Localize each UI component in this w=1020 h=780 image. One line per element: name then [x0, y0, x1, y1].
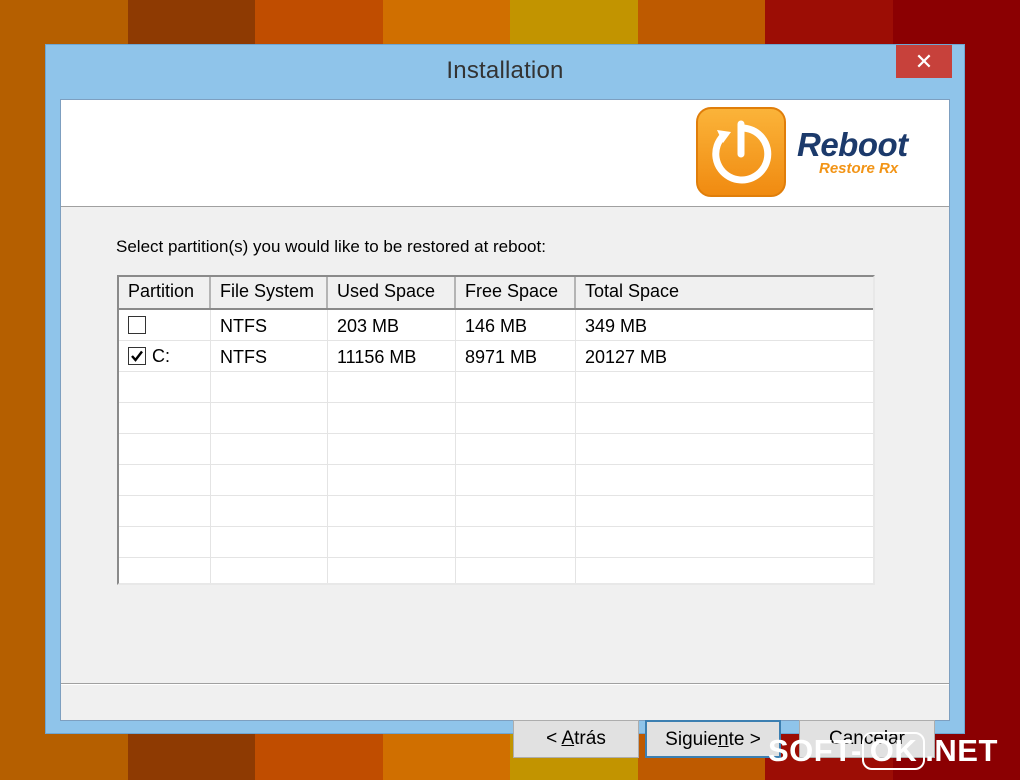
partition-cell	[119, 310, 211, 340]
back-button-rest: trás	[574, 728, 606, 749]
watermark-right: .NET	[925, 733, 998, 768]
partition-cell: C:	[119, 341, 211, 371]
back-button[interactable]: < Atrás	[513, 720, 639, 758]
free-space-cell: 8971 MB	[456, 341, 576, 371]
window-title: Installation	[446, 57, 564, 84]
partition-prompt: Select partition(s) you would like to be…	[116, 237, 546, 256]
back-button-mnemonic: A	[561, 728, 575, 749]
reboot-power-logo-icon	[696, 107, 786, 197]
free-space-cell: 146 MB	[456, 310, 576, 340]
empty-row	[119, 403, 873, 434]
column-header-file-system[interactable]: File System	[211, 277, 328, 308]
header-band: Reboot Restore Rx	[61, 100, 949, 207]
column-header-partition[interactable]: Partition	[119, 277, 211, 308]
empty-row	[119, 558, 873, 583]
column-header-free-space[interactable]: Free Space	[456, 277, 576, 308]
total-space-cell: 20127 MB	[585, 347, 668, 367]
installer-window: Installation ✕ Reboot Restore Rx Select …	[45, 44, 965, 758]
table-row[interactable]: C: NTFS 11156 MB 8971 MB 20127 MB	[119, 341, 873, 372]
checkmark-icon	[131, 350, 143, 362]
watermark: SOFT- OK .NET	[768, 732, 998, 770]
watermark-ok-box: OK	[861, 732, 926, 770]
used-space-cell: 203 MB	[328, 310, 456, 340]
total-space-cell: 349 MB	[585, 316, 648, 336]
table-header: Partition File System Used Space Free Sp…	[119, 277, 873, 310]
file-system-cell: NTFS	[211, 341, 328, 371]
dialog-body: Reboot Restore Rx Select partition(s) yo…	[60, 99, 950, 758]
table-row[interactable]: NTFS 203 MB 146 MB 349 MB	[119, 310, 873, 341]
empty-row	[119, 527, 873, 558]
button-separator	[61, 683, 949, 685]
empty-row	[119, 496, 873, 527]
partition-checkbox[interactable]	[128, 316, 146, 334]
next-button-mnemonic: n	[718, 729, 729, 750]
used-space-cell: 11156 MB	[328, 341, 456, 371]
logo-subtitle: Restore Rx	[819, 160, 899, 177]
empty-row	[119, 372, 873, 403]
close-button[interactable]: ✕	[896, 45, 952, 78]
partition-checkbox[interactable]	[128, 347, 146, 365]
watermark-left: SOFT-	[768, 733, 862, 768]
column-header-total-space[interactable]: Total Space	[576, 277, 873, 308]
partition-label: C:	[152, 345, 170, 366]
column-header-used-space[interactable]: Used Space	[328, 277, 456, 308]
partition-table: Partition File System Used Space Free Sp…	[117, 275, 875, 585]
next-button-after: te >	[728, 729, 761, 750]
empty-row	[119, 465, 873, 496]
back-button-prefix: <	[546, 728, 562, 749]
next-button[interactable]: Siguiente >	[645, 720, 781, 758]
next-button-before: Siguie	[665, 729, 718, 750]
file-system-cell: NTFS	[211, 310, 328, 340]
title-bar[interactable]: Installation ✕	[46, 45, 964, 99]
empty-row	[119, 434, 873, 465]
logo-wordmark: Reboot	[797, 126, 908, 163]
